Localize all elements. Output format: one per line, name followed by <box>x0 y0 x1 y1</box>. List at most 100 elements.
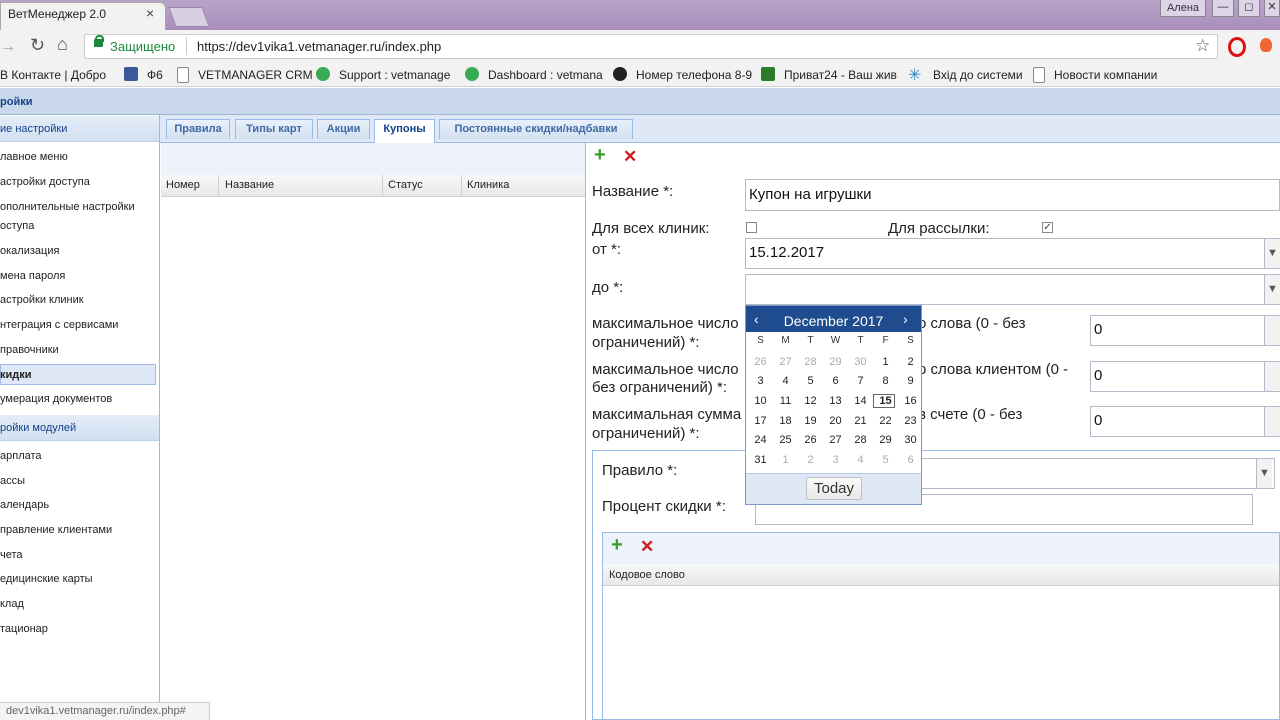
max-client-uses-spinner[interactable] <box>1264 362 1280 391</box>
bookmark-item[interactable]: Приват24 - Ваш жив <box>784 68 897 82</box>
maximize-button[interactable]: ◻ <box>1238 0 1260 17</box>
max-client-uses-input[interactable]: 0 <box>1090 361 1280 392</box>
tab-card-types[interactable]: Типы карт <box>235 119 313 139</box>
bookmark-item[interactable]: Номер телефона 8-9 <box>636 68 752 82</box>
column-header-status[interactable]: Статус <box>383 175 462 196</box>
bookmark-item[interactable]: Новости компании <box>1054 68 1157 82</box>
forward-arrow-icon[interactable]: → <box>0 38 16 56</box>
calendar-day[interactable]: 13 <box>823 395 848 407</box>
close-tab-icon[interactable]: × <box>146 5 154 21</box>
calendar-day[interactable]: 17 <box>748 415 773 427</box>
calendar-day[interactable]: 1 <box>873 356 898 368</box>
bookmark-item[interactable]: Support : vetmanage <box>339 68 450 82</box>
sidebar-item-cash[interactable]: ассы <box>0 475 25 487</box>
calendar-day[interactable]: 24 <box>748 434 773 446</box>
column-header-name[interactable]: Название <box>220 175 383 196</box>
bookmark-item[interactable]: Вхід до системи <box>933 68 1023 82</box>
fire-extension-icon[interactable] <box>1260 38 1272 52</box>
calendar-day[interactable]: 19 <box>798 415 823 427</box>
column-header-clinic[interactable]: Клиника <box>462 175 585 196</box>
calendar-day[interactable]: 30 <box>848 356 873 368</box>
sidebar-item-extra-settings-2[interactable]: оступа <box>0 220 34 232</box>
bookmark-item[interactable]: VETMANAGER CRM <box>198 68 313 82</box>
minimize-button[interactable]: — <box>1212 0 1234 17</box>
max-uses-spinner[interactable] <box>1264 316 1280 345</box>
sidebar-item-calendar[interactable]: алендарь <box>0 499 49 511</box>
sidebar-item-clinics[interactable]: астройки клиник <box>0 294 84 306</box>
calendar-day[interactable]: 2 <box>798 454 823 466</box>
sidebar-item-localization[interactable]: окализация <box>0 245 59 257</box>
calendar-day[interactable]: 27 <box>823 434 848 446</box>
sidebar-item-integrations[interactable]: нтеграция с сервисами <box>0 319 118 331</box>
calendar-day[interactable]: 28 <box>798 356 823 368</box>
to-date-input[interactable] <box>745 274 1280 305</box>
sidebar-item-extra-settings[interactable]: ополнительные настройки <box>0 201 135 213</box>
calendar-day[interactable]: 9 <box>898 375 923 387</box>
calendar-day[interactable]: 3 <box>823 454 848 466</box>
profile-badge[interactable]: Алена <box>1160 0 1206 17</box>
calendar-day[interactable]: 25 <box>773 434 798 446</box>
tab-rules[interactable]: Правила <box>166 119 230 139</box>
sidebar-item-access[interactable]: астройки доступа <box>0 176 90 188</box>
calendar-day[interactable]: 5 <box>798 375 823 387</box>
delete-icon[interactable]: ✕ <box>623 147 637 167</box>
calendar-day[interactable]: 5 <box>873 454 898 466</box>
calendar-day[interactable]: 27 <box>773 356 798 368</box>
reload-icon[interactable]: ↻ <box>30 35 45 56</box>
from-date-input[interactable]: 15.12.2017 <box>745 238 1280 269</box>
calendar-day[interactable]: 8 <box>873 375 898 387</box>
mailing-checkbox[interactable]: ✓ <box>1042 222 1053 233</box>
bookmark-item[interactable]: Dashboard : vetmana <box>488 68 603 82</box>
calendar-day[interactable]: 20 <box>823 415 848 427</box>
max-sum-input[interactable]: 0 <box>1090 406 1280 437</box>
calendar-day[interactable]: 7 <box>848 375 873 387</box>
sidebar-group-modules[interactable]: ройки модулей <box>0 415 159 441</box>
column-header-number[interactable]: Номер <box>161 175 219 196</box>
bookmark-item[interactable]: Ф6 <box>147 68 163 82</box>
calendar-day[interactable]: 26 <box>748 356 773 368</box>
max-uses-input[interactable]: 0 <box>1090 315 1280 346</box>
calendar-day[interactable]: 21 <box>848 415 873 427</box>
sidebar-item-reference[interactable]: правочники <box>0 344 59 356</box>
calendar-day[interactable]: 11 <box>773 395 798 407</box>
calendar-day[interactable]: 12 <box>798 395 823 407</box>
calendar-day[interactable]: 18 <box>773 415 798 427</box>
close-window-button[interactable]: ✕ <box>1264 0 1280 17</box>
from-date-trigger-icon[interactable]: ▼ <box>1264 239 1280 268</box>
sidebar-item-warehouse[interactable]: клад <box>0 598 24 610</box>
sidebar-item-clients[interactable]: правление клиентами <box>0 524 112 536</box>
tab-coupons[interactable]: Купоны <box>374 119 435 143</box>
url-text[interactable]: https://dev1vika1.vetmanager.ru/index.ph… <box>197 39 441 54</box>
calendar-day[interactable]: 6 <box>823 375 848 387</box>
calendar-day[interactable]: 1 <box>773 454 798 466</box>
tab-promotions[interactable]: Акции <box>317 119 370 139</box>
sidebar-item-invoices[interactable]: чета <box>0 549 23 561</box>
calendar-day[interactable]: 22 <box>873 415 898 427</box>
calendar-day[interactable]: 4 <box>773 375 798 387</box>
sidebar-item-salary[interactable]: арплата <box>0 450 42 462</box>
bookmark-item[interactable]: В Контакте | Добро <box>0 68 106 82</box>
calendar-day[interactable]: 30 <box>898 434 923 446</box>
max-sum-spinner[interactable] <box>1264 407 1280 436</box>
calendar-day[interactable]: 3 <box>748 375 773 387</box>
calendar-day[interactable]: 31 <box>748 454 773 466</box>
today-button[interactable]: Today <box>806 477 862 500</box>
calendar-day[interactable]: 29 <box>823 356 848 368</box>
sidebar-item-password[interactable]: мена пароля <box>0 270 65 282</box>
calendar-day[interactable]: 2 <box>898 356 923 368</box>
delete-codeword-icon[interactable]: ✕ <box>640 537 654 557</box>
to-date-trigger-icon[interactable]: ▼ <box>1264 275 1280 304</box>
add-codeword-icon[interactable]: + <box>611 534 623 557</box>
calendar-day[interactable]: 4 <box>848 454 873 466</box>
month-title[interactable]: December 2017 <box>746 313 921 329</box>
calendar-day[interactable]: 29 <box>873 434 898 446</box>
tab-permanent-discounts[interactable]: Постоянные скидки/надбавки <box>439 119 633 139</box>
sidebar-item-hospital[interactable]: тационар <box>0 623 48 635</box>
sidebar-item-medcards[interactable]: едицинские карты <box>0 573 93 585</box>
calendar-day[interactable]: 14 <box>848 395 873 407</box>
calendar-day[interactable]: 16 <box>898 395 923 407</box>
add-icon[interactable]: + <box>594 144 606 167</box>
sidebar-item-numbering[interactable]: умерация документов <box>0 393 112 405</box>
sidebar-group-general[interactable]: ие настройки <box>0 116 159 142</box>
rule-dropdown-icon[interactable]: ▼ <box>1256 459 1272 488</box>
